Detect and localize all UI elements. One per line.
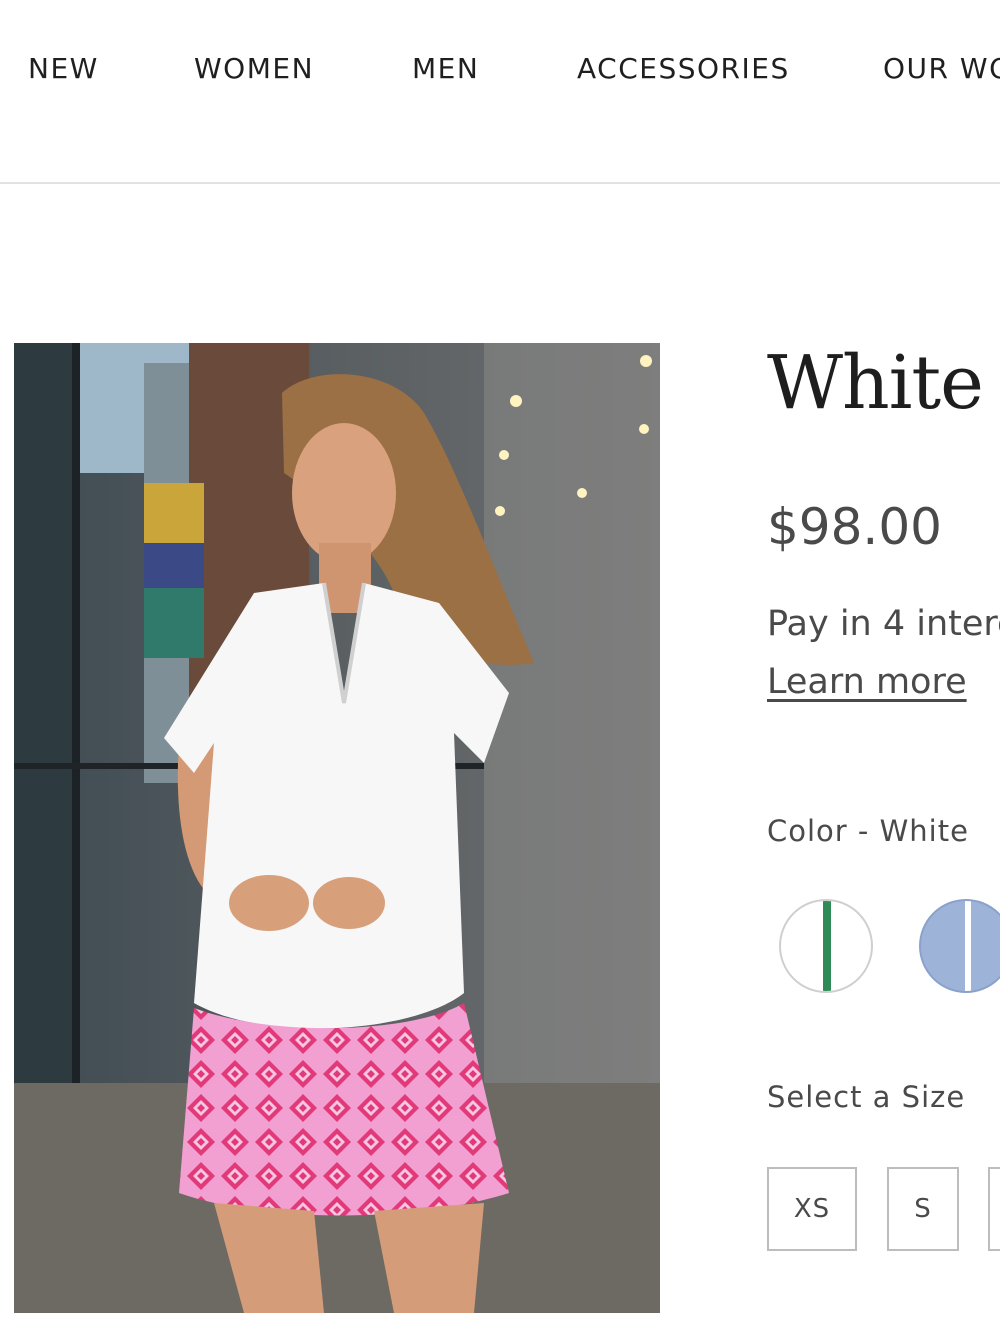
- product-title: White: [767, 340, 984, 426]
- product-photo-illustration: [14, 343, 660, 1313]
- nav-women[interactable]: WOMEN: [194, 52, 314, 85]
- swatch-stripe: [965, 901, 971, 991]
- top-navigation: NEW WOMEN MEN ACCESSORIES OUR WO: [0, 0, 1000, 184]
- nav-accessories[interactable]: ACCESSORIES: [577, 52, 790, 85]
- swatch-stripe: [823, 901, 831, 991]
- learn-more-link[interactable]: Learn more: [767, 662, 967, 702]
- installment-text: Pay in 4 intere: [767, 604, 1000, 644]
- color-swatch-blue[interactable]: [919, 899, 1000, 993]
- color-swatch-white[interactable]: [779, 899, 873, 993]
- product-image[interactable]: [14, 343, 660, 1313]
- size-button-m[interactable]: [988, 1167, 1000, 1251]
- nav-our-world[interactable]: OUR WO: [883, 52, 1000, 85]
- nav-men[interactable]: MEN: [412, 52, 479, 85]
- size-button-s[interactable]: S: [887, 1167, 959, 1251]
- nav-new[interactable]: NEW: [28, 52, 99, 85]
- product-price: $98.00: [767, 498, 942, 556]
- size-button-xs[interactable]: XS: [767, 1167, 857, 1251]
- size-label: Select a Size: [767, 1080, 966, 1114]
- color-label: Color - White: [767, 814, 969, 848]
